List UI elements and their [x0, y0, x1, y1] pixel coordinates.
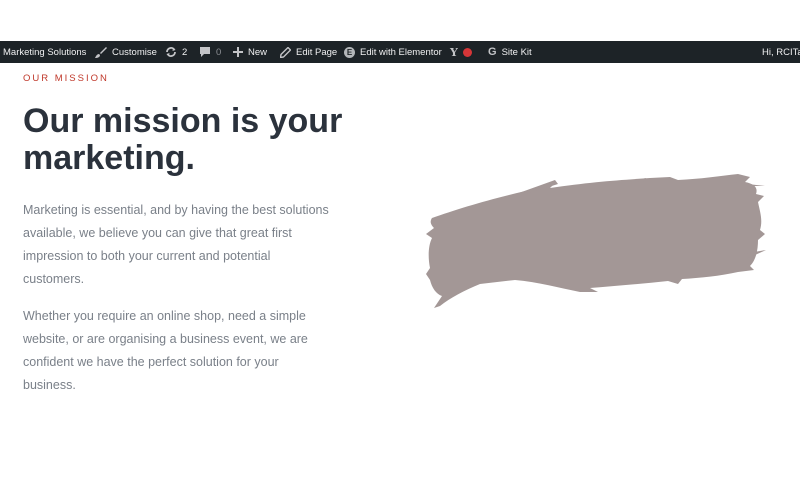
customise-label: Customise: [112, 46, 157, 58]
comments-count: 0: [216, 46, 222, 58]
site-name-link[interactable]: Marketing Solutions: [0, 41, 86, 63]
plus-icon: [233, 47, 243, 57]
comment-icon: [199, 46, 211, 58]
yoast-seo-link[interactable]: Y: [450, 41, 477, 63]
edit-page-label: Edit Page: [296, 46, 338, 58]
brush-stroke-image: [426, 174, 766, 308]
seo-status-dot: [462, 47, 472, 57]
elementor-label: Edit with Elementor: [360, 46, 442, 58]
updates-link[interactable]: 2: [165, 41, 187, 63]
google-icon: G: [488, 46, 497, 58]
section-eyebrow: OUR MISSION: [23, 73, 109, 84]
yoast-icon: Y: [450, 45, 458, 59]
new-label: New: [248, 46, 268, 58]
mission-paragraph-1: Marketing is essential, and by having th…: [23, 203, 329, 286]
brush-icon: [95, 46, 107, 58]
wp-admin-bar: Marketing Solutions Customise 2 0 New Ed…: [0, 41, 800, 63]
edit-page-link[interactable]: Edit Page: [280, 41, 337, 63]
new-content-link[interactable]: New: [233, 41, 267, 63]
section-headline: Our mission is your marketing.: [23, 102, 343, 177]
site-kit-link[interactable]: G Site Kit: [488, 41, 532, 63]
mission-paragraph-2: Whether you require an online shop, need…: [23, 309, 308, 392]
pencil-icon: [280, 46, 291, 58]
site-kit-label: Site Kit: [501, 46, 532, 58]
elementor-link[interactable]: E Edit with Elementor: [344, 41, 442, 63]
greeting-label: Hi, RCITac: [762, 46, 800, 58]
site-name-label: Marketing Solutions: [3, 46, 87, 58]
customise-link[interactable]: Customise: [95, 41, 157, 63]
elementor-icon: E: [344, 46, 355, 58]
updates-icon: [165, 46, 177, 58]
comments-link[interactable]: 0: [199, 41, 221, 63]
updates-count: 2: [182, 46, 188, 58]
my-account-link[interactable]: Hi, RCITac: [762, 41, 800, 63]
